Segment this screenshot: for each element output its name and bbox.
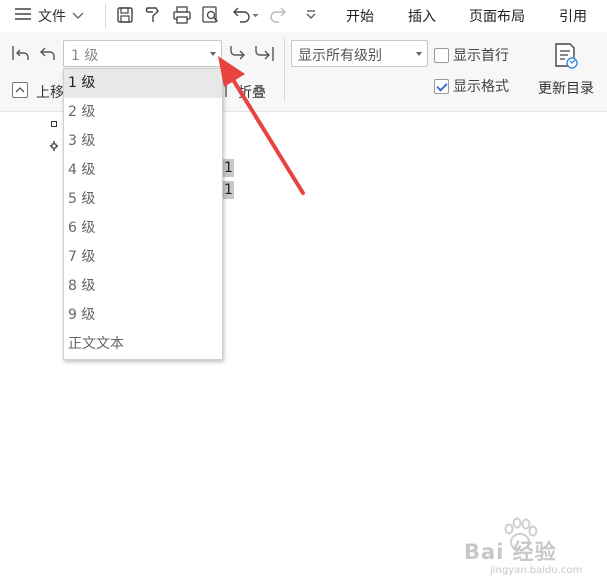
annotation-arrow [218, 56, 305, 195]
